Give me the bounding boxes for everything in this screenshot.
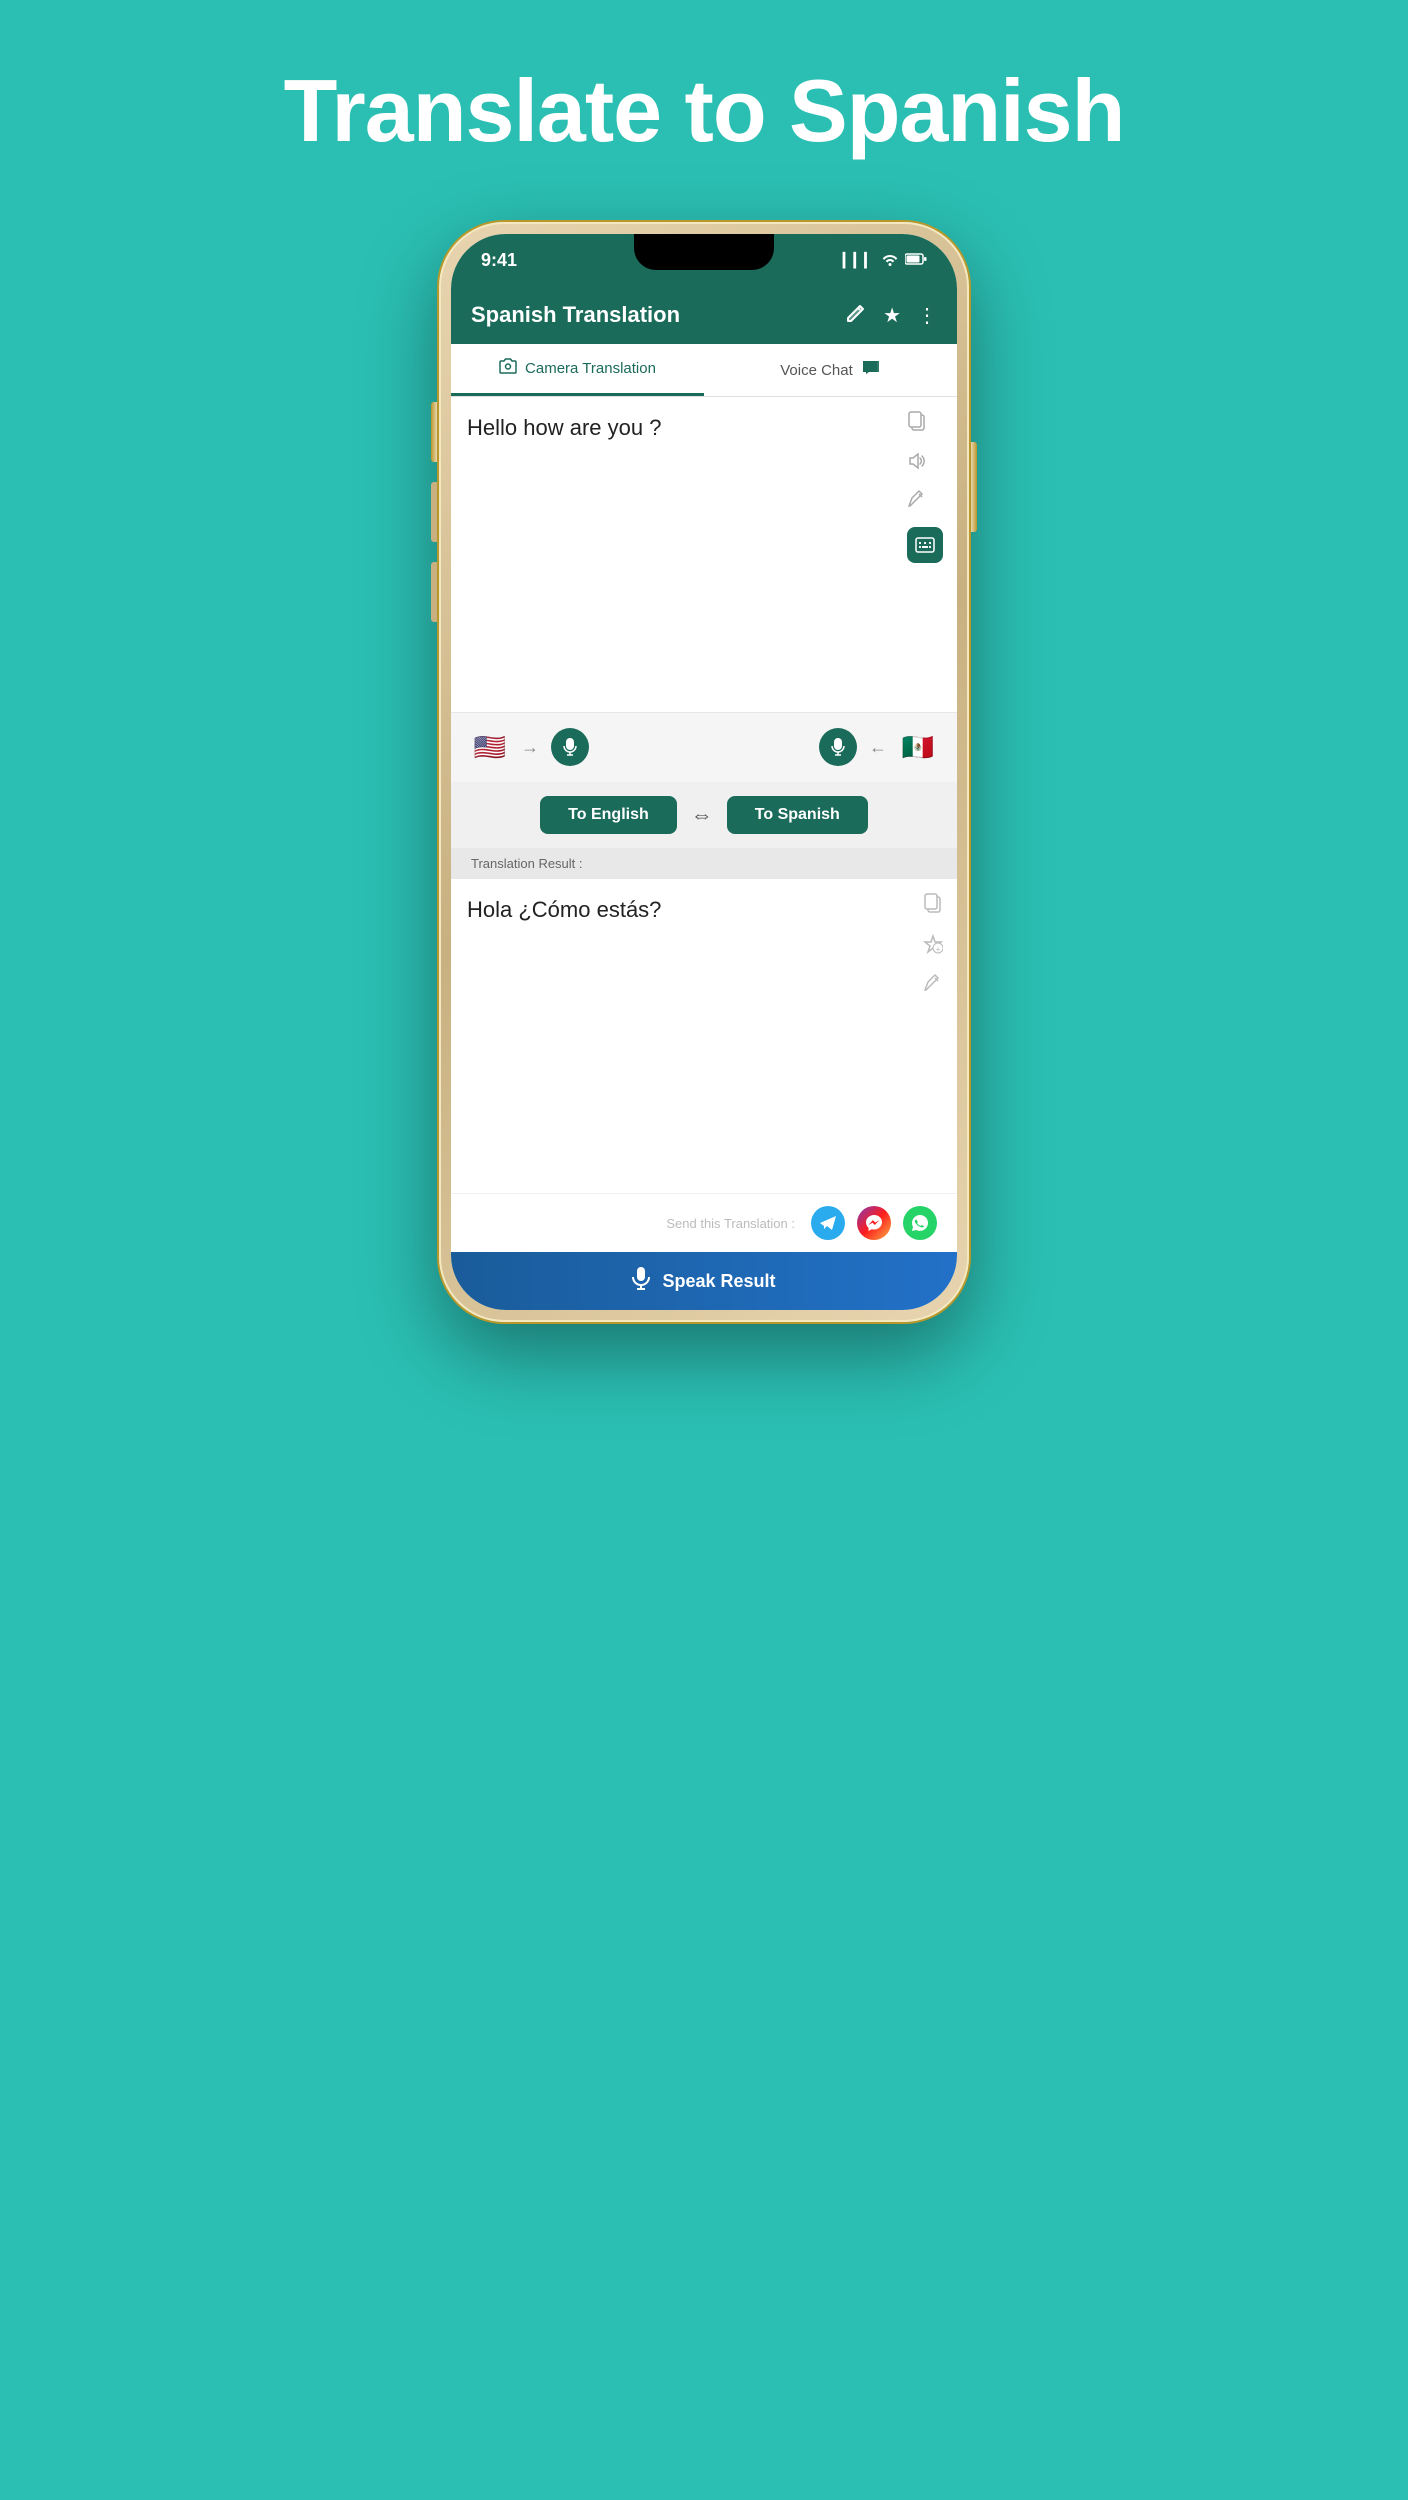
telegram-button[interactable]	[811, 1206, 845, 1240]
voice-row: 🇺🇸 →	[451, 712, 957, 782]
output-copy-icon[interactable]	[923, 893, 943, 921]
header-icons: ★ ⋮	[845, 301, 937, 329]
status-icons: ▎▎▎	[843, 252, 927, 269]
tab-camera-translation[interactable]: Camera Translation	[451, 344, 704, 396]
output-favorite-icon[interactable]: +	[923, 933, 943, 961]
arrow-right-icon: →	[521, 737, 539, 758]
phone-mockup: 9:41 ▎▎▎ Spanish	[439, 222, 969, 1322]
camera-icon	[499, 358, 517, 379]
input-actions	[907, 411, 943, 563]
output-text: Hola ¿Cómo estás?	[467, 897, 661, 922]
input-text: Hello how are you ?	[467, 415, 661, 440]
keyboard-icon[interactable]	[907, 527, 943, 563]
to-english-button[interactable]: To English	[540, 796, 677, 834]
tab-voice-chat[interactable]: Voice Chat	[704, 344, 957, 396]
send-row: Send this Translation :	[451, 1193, 957, 1252]
speak-mic-icon	[632, 1266, 650, 1296]
us-flag: 🇺🇸	[471, 728, 509, 766]
notch	[634, 234, 774, 270]
app-header-title: Spanish Translation	[471, 302, 680, 328]
star-icon[interactable]: ★	[883, 303, 901, 328]
page-title: Translate to Spanish	[284, 60, 1125, 162]
to-spanish-button[interactable]: To Spanish	[727, 796, 868, 834]
output-area: Hola ¿Cómo estás? +	[451, 879, 957, 1194]
speak-label: Speak Result	[662, 1271, 775, 1292]
output-eraser-icon[interactable]	[923, 973, 943, 999]
tab-bar: Camera Translation Voice Chat	[451, 344, 957, 397]
result-label: Translation Result :	[451, 848, 957, 879]
tab-camera-label: Camera Translation	[525, 360, 656, 377]
left-mic-button[interactable]	[551, 728, 589, 766]
eraser-icon[interactable]	[907, 489, 943, 515]
more-icon[interactable]: ⋮	[917, 303, 937, 328]
svg-text:+: +	[936, 945, 941, 954]
mx-flag: 🇲🇽	[899, 728, 937, 766]
status-bar: 9:41 ▎▎▎	[451, 234, 957, 286]
output-actions: +	[923, 893, 943, 999]
copy-icon[interactable]	[907, 411, 943, 439]
messenger-button[interactable]	[857, 1206, 891, 1240]
phone-screen: 9:41 ▎▎▎ Spanish	[451, 234, 957, 1310]
right-mic-button[interactable]	[819, 728, 857, 766]
signal-icon: ▎▎▎	[843, 252, 875, 269]
battery-icon	[905, 252, 927, 268]
tab-voice-label: Voice Chat	[780, 362, 853, 379]
chat-icon	[861, 359, 881, 382]
app-header: Spanish Translation ★ ⋮	[451, 286, 957, 344]
input-area: Hello how are you ?	[451, 397, 957, 712]
swap-icon[interactable]: ⇔	[691, 802, 713, 828]
wifi-icon	[881, 252, 899, 269]
status-time: 9:41	[481, 250, 517, 271]
volume-icon[interactable]	[907, 451, 943, 477]
edit-icon[interactable]	[845, 301, 867, 329]
left-voice-group: 🇺🇸 →	[471, 728, 589, 766]
speak-result-button[interactable]: Speak Result	[451, 1252, 957, 1310]
send-label: Send this Translation :	[666, 1216, 795, 1231]
translation-buttons: To English ⇔ To Spanish	[451, 782, 957, 848]
arrow-left-icon: ←	[869, 737, 887, 758]
whatsapp-button[interactable]	[903, 1206, 937, 1240]
right-voice-group: ← 🇲🇽	[819, 728, 937, 766]
